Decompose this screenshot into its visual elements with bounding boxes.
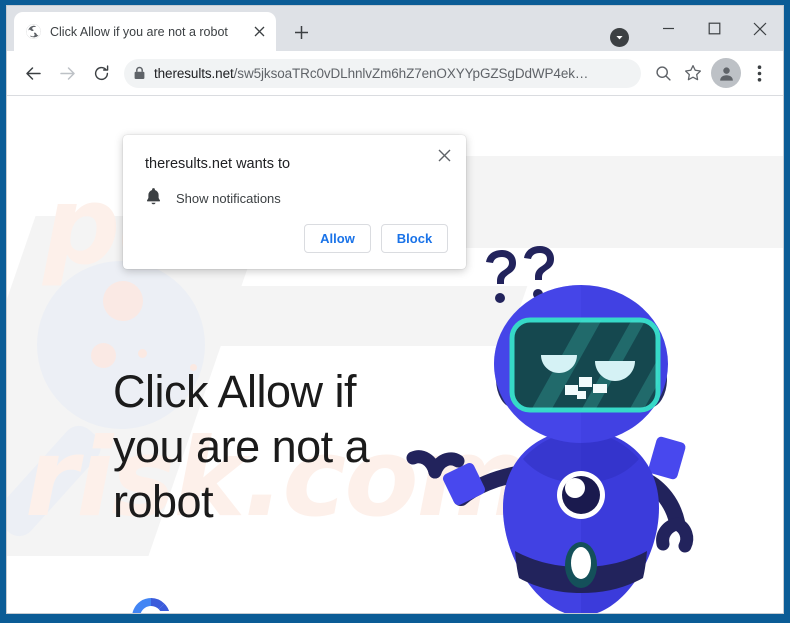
allow-button[interactable]: Allow	[304, 224, 371, 253]
lock-icon[interactable]	[124, 59, 154, 88]
star-icon[interactable]	[678, 58, 708, 88]
dialog-close-icon[interactable]	[432, 143, 456, 167]
three-dot-menu-icon[interactable]	[744, 58, 774, 88]
tab-strip: Click Allow if you are not a robot	[7, 6, 783, 51]
profile-avatar[interactable]	[711, 58, 741, 88]
tab-close-icon[interactable]	[250, 23, 268, 41]
browser-tab[interactable]: Click Allow if you are not a robot	[14, 12, 276, 51]
url-domain: theresults.net	[154, 65, 234, 81]
permission-request-label: Show notifications	[176, 191, 281, 206]
page-content: pcrisk risk.com Click Allow if you are n…	[7, 96, 783, 613]
block-button[interactable]: Block	[381, 224, 448, 253]
download-arrow-icon[interactable]	[610, 28, 629, 47]
notification-permission-dialog: theresults.net wants to Show notificatio…	[123, 135, 466, 269]
window-controls	[645, 6, 783, 51]
c-ring-icon	[132, 598, 172, 613]
reload-icon[interactable]	[84, 56, 118, 90]
address-bar[interactable]: theresults.net/sw5jksoaTRc0vDLhnlvZm6hZ7…	[124, 58, 641, 88]
page-title: Click Allow if you are not a robot	[113, 366, 370, 527]
forward-arrow-icon	[50, 56, 84, 90]
accent-circle-small	[138, 349, 147, 358]
new-tab-button[interactable]	[288, 19, 314, 45]
dialog-actions: Allow Block	[304, 224, 448, 253]
url-path: /sw5jksoaTRc0vDLhnlvZm6hZ7enOXYYpGZSgDdW…	[233, 65, 589, 81]
tab-title: Click Allow if you are not a robot	[50, 24, 228, 39]
dialog-title: theresults.net wants to	[145, 156, 291, 172]
globe-icon	[25, 23, 42, 40]
url-text: theresults.net/sw5jksoaTRc0vDLhnlvZm6hZ7…	[154, 66, 635, 81]
back-arrow-icon[interactable]	[16, 56, 50, 90]
search-icon[interactable]	[648, 58, 678, 88]
window-close-icon[interactable]	[737, 6, 783, 51]
confused-robot-icon	[406, 246, 694, 613]
captcha-logo-block: E-CAPTCHA	[119, 593, 183, 613]
browser-toolbar: theresults.net/sw5jksoaTRc0vDLhnlvZm6hZ7…	[7, 51, 783, 96]
permission-request-row: Show notifications	[145, 187, 281, 210]
maximize-icon[interactable]	[691, 6, 737, 51]
minimize-icon[interactable]	[645, 6, 691, 51]
bell-icon	[145, 187, 162, 210]
browser-window: Click Allow if you are not a robot there…	[6, 5, 784, 614]
